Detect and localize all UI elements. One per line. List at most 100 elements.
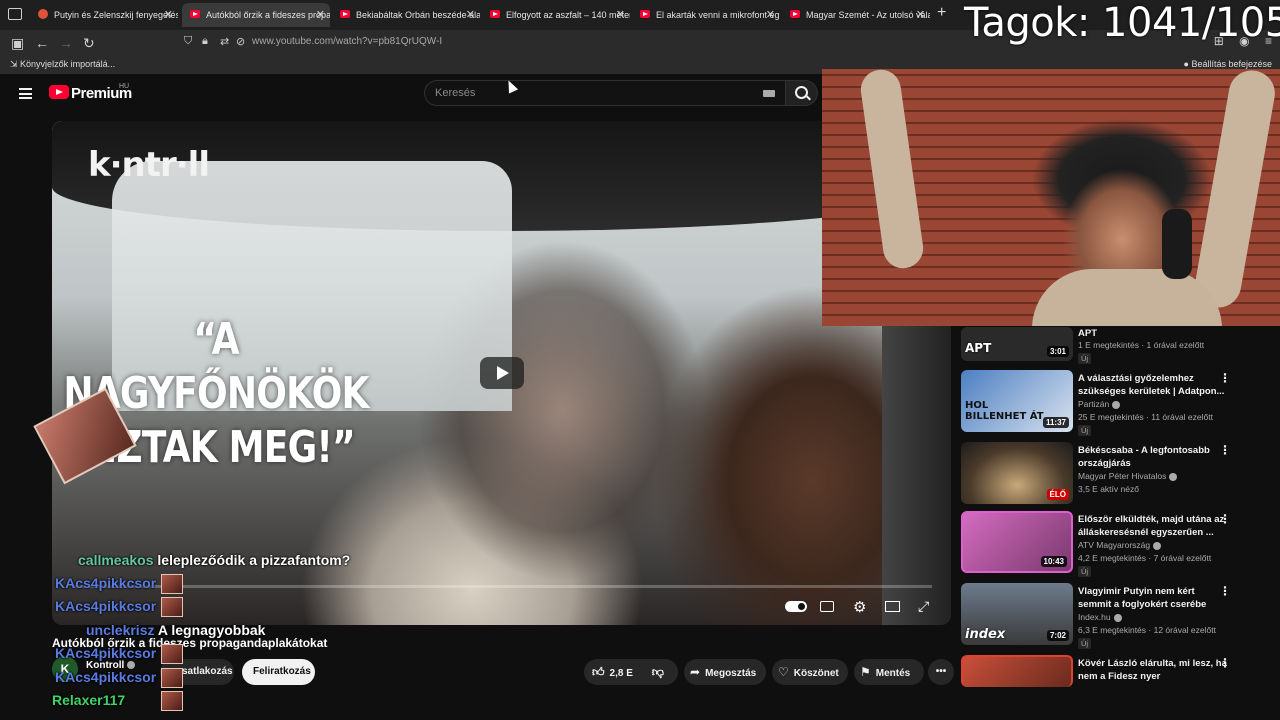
more-icon: ••• — [935, 666, 947, 677]
video-player[interactable]: k·ntr·ll “A NAGYFŐNÖKÖK BÍZTAK MEG!” ⚙ ⤢ — [52, 121, 951, 625]
like-count[interactable]: 2,8 E — [610, 668, 633, 679]
search-icon — [795, 86, 808, 99]
new-badge: Új — [1078, 638, 1092, 649]
save-button[interactable]: ⚑ Mentés — [854, 659, 924, 685]
recommendation-title[interactable]: Vlagyimir Putyin nem kért semmit a fogly… — [1078, 585, 1228, 611]
lock-icon[interactable]: 🔒︎ — [202, 35, 208, 48]
recommendation-item[interactable]: Kövér László elárulta, mi lesz, ha nem a… — [961, 655, 1276, 687]
youtube-logo-icon[interactable] — [49, 85, 69, 99]
shield-icon[interactable]: ⛉ — [184, 35, 192, 48]
subtitles-icon[interactable] — [820, 601, 834, 612]
video-thumbnail[interactable]: APT 3:01 — [961, 327, 1073, 361]
like-dislike-group: 👍︎ 2,8 E 👎︎ — [584, 659, 678, 685]
thanks-button[interactable]: ♡ Köszönet — [772, 659, 848, 685]
back-icon[interactable]: ← — [35, 34, 49, 52]
chat-username: Relaxer117 — [52, 692, 126, 708]
recommendation-title[interactable]: Kövér László elárulta, mi lesz, ha nem a… — [1078, 657, 1228, 683]
permissions-icon[interactable]: ⇄ — [220, 35, 229, 48]
recommendation-meta: 3,5 E aktív néző — [1078, 484, 1139, 494]
recommendation-meta: 1 E megtekintés · 1 órával ezelőtt — [1078, 340, 1205, 350]
chat-message: unclekrisz A legnagyobbak — [86, 622, 265, 638]
new-tab-icon[interactable]: + — [937, 4, 946, 22]
chat-text: A legnagyobbak — [157, 622, 266, 638]
browser-tab[interactable]: Putyin és Zelenszkij fenyegetés ✕ — [30, 3, 178, 27]
recommendation-item[interactable]: HOL BILLENHET ÁT 11:37 A választási győz… — [961, 370, 1276, 436]
browser-tab[interactable]: El akarták venni a mikrofont eg ✕ — [632, 3, 780, 27]
settings-icon[interactable]: ⚙ — [853, 598, 866, 616]
streamer-webcam — [822, 69, 1280, 326]
video-thumbnail[interactable]: HOL BILLENHET ÁT 11:37 — [961, 370, 1073, 432]
chat-emote — [161, 668, 183, 688]
verified-icon — [1113, 613, 1122, 622]
webcam-shirt — [1032, 269, 1222, 326]
close-tab-icon[interactable]: ✕ — [164, 3, 173, 27]
close-tab-icon[interactable]: ✕ — [616, 3, 625, 27]
forward-icon[interactable]: → — [59, 34, 73, 52]
video-thumbnail[interactable] — [961, 655, 1073, 687]
recommendation-item[interactable]: 10:43 Először elküldték, majd utána az á… — [961, 511, 1276, 577]
reddit-icon — [38, 9, 48, 19]
video-thumbnail[interactable]: ÉLŐ — [961, 442, 1073, 504]
chat-emote — [161, 691, 183, 711]
more-options-icon[interactable]: ⋮ — [1219, 444, 1231, 456]
chat-username: KAcs4pikkcsor — [55, 598, 157, 614]
menu-icon[interactable] — [19, 88, 32, 99]
keyboard-icon[interactable] — [763, 90, 775, 97]
recommendation-title[interactable]: Először elküldték, majd utána az álláske… — [1078, 513, 1228, 539]
recommendation-title[interactable]: Békéscsaba - A legfontosabb országjárás — [1078, 444, 1228, 470]
video-progress-bar[interactable] — [72, 585, 932, 588]
share-icon: ➦ — [690, 665, 701, 679]
like-icon[interactable]: 👍︎ — [592, 665, 605, 679]
sidebar-toggle-icon[interactable]: ▣ — [11, 34, 24, 52]
close-tab-icon[interactable]: ✕ — [316, 3, 325, 27]
tab-tray-icon[interactable] — [8, 8, 22, 20]
more-options-icon[interactable]: ⋮ — [1219, 513, 1231, 525]
recommendation-channel[interactable]: ATV Magyarország — [1078, 540, 1162, 550]
chat-username: KAcs4pikkcsor — [55, 645, 157, 661]
bookmark-import[interactable]: ⇲ Könyvjelzők importálá... — [10, 59, 115, 70]
recommendation-item[interactable]: index 7:02 Vlagyimir Putyin nem kért sem… — [961, 583, 1276, 649]
search-input[interactable]: Keresés — [424, 80, 786, 106]
recommendation-channel[interactable]: Magyar Péter Hivatalos — [1078, 471, 1178, 481]
browser-tab[interactable]: Elfogyott az aszfalt – 140 méter ✕ — [482, 3, 630, 27]
tracking-icon[interactable]: ⊘ — [236, 35, 245, 48]
video-thumbnail[interactable]: index 7:02 — [961, 583, 1073, 645]
setup-finish-link[interactable]: ● Beállítás befejezése — [1184, 59, 1273, 69]
more-options-icon[interactable]: ⋮ — [1219, 585, 1231, 597]
browser-tab[interactable]: Magyar Szemét - Az utolsó válas ✕ — [782, 3, 930, 27]
fullscreen-icon[interactable]: ⤢ — [918, 598, 929, 615]
youtube-icon — [490, 10, 500, 18]
theater-mode-icon[interactable] — [885, 601, 900, 612]
verified-icon — [1153, 541, 1162, 550]
recommendation-item[interactable]: APT 3:01 APT 1 E megtekintés · 1 órával … — [961, 327, 1276, 364]
close-tab-icon[interactable]: ✕ — [766, 3, 775, 27]
close-tab-icon[interactable]: ✕ — [466, 3, 475, 27]
play-icon[interactable] — [480, 357, 524, 389]
more-options-icon[interactable]: ⋮ — [1219, 657, 1231, 669]
search-button[interactable] — [786, 80, 818, 106]
recommendation-channel[interactable]: Index.hu — [1078, 612, 1122, 622]
share-button[interactable]: ➦ Megosztás — [684, 659, 766, 685]
recommendation-title[interactable]: A választási győzelemhez szükséges kerül… — [1078, 372, 1228, 398]
member-count-overlay: Tagok: 1041/1050 — [964, 0, 1280, 46]
autoplay-toggle[interactable] — [785, 601, 807, 612]
chat-message: KAcs4pikkcsor — [55, 575, 156, 591]
chat-message: KAcs4pikkcsor — [55, 645, 156, 661]
webcam-arm — [1191, 69, 1279, 312]
video-thumbnail[interactable]: 10:43 — [961, 511, 1073, 573]
browser-tab[interactable]: Bekiabáltak Orbán beszéde alat ✕ — [332, 3, 480, 27]
recommendation-title[interactable]: APT — [1078, 327, 1228, 340]
browser-tab-active[interactable]: Autókból őrzik a fideszes propa ✕ — [182, 3, 330, 27]
subscribe-button[interactable]: Feliratkozás — [242, 659, 315, 685]
address-bar[interactable]: ⛉ 🔒︎ ⇄ ⊘ www.youtube.com/watch?v=pb81QrU… — [178, 32, 868, 54]
close-tab-icon[interactable]: ✕ — [916, 3, 925, 27]
recommendation-channel[interactable]: Partizán — [1078, 399, 1121, 409]
url-text[interactable]: www.youtube.com/watch?v=pb81QrUQW-I — [252, 36, 442, 47]
reload-icon[interactable]: ↻ — [83, 34, 95, 52]
recommendation-item[interactable]: ÉLŐ Békéscsaba - A legfontosabb országjá… — [961, 442, 1276, 506]
dislike-icon[interactable]: 👎︎ — [652, 665, 664, 679]
verified-icon — [1169, 472, 1178, 481]
chat-username: KAcs4pikkcsor — [55, 669, 157, 685]
more-actions-button[interactable]: ••• — [928, 659, 954, 685]
more-options-icon[interactable]: ⋮ — [1219, 372, 1231, 384]
